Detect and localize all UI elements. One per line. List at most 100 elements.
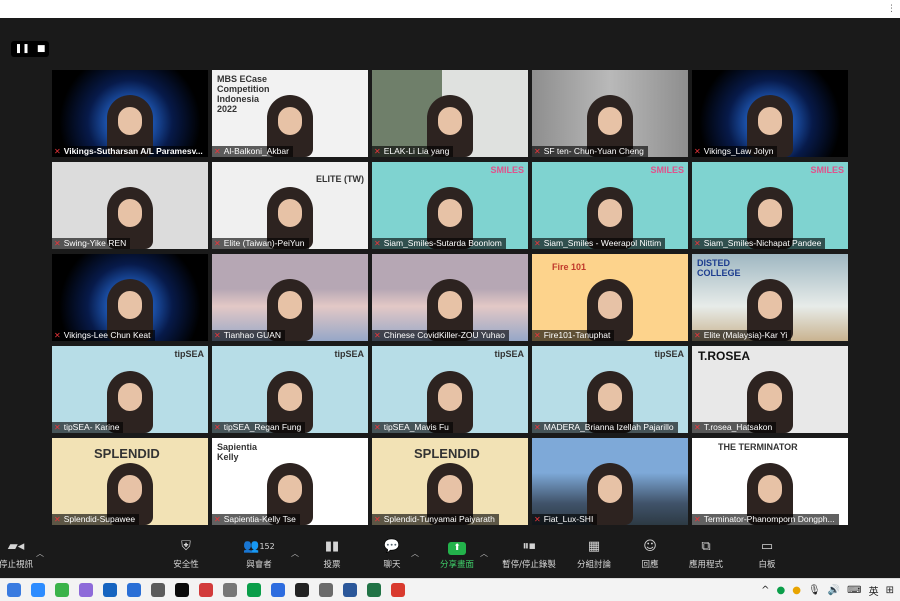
participant-name: Splendid-Supawee xyxy=(63,514,136,524)
participant-tile[interactable]: ✕ Tianhao GUAN xyxy=(212,254,368,341)
record-button[interactable]: ⏸⏹ 暫停/停止錄製 xyxy=(499,538,559,570)
participant-tile[interactable]: Sapientia Kelly ✕ Sapientia-Kelly Tse xyxy=(212,438,368,525)
participant-tile[interactable]: T.ROSEA ✕ T.rosea_Hatsakon xyxy=(692,346,848,433)
muted-mic-icon: ✕ xyxy=(54,147,61,156)
chat-options-caret[interactable]: ︿ xyxy=(411,548,419,559)
reactions-button[interactable]: ☺ 回應 xyxy=(620,538,680,570)
participant-tile[interactable]: ✕ Swing-Yike REN xyxy=(52,162,208,249)
participant-tile[interactable]: ✕ Vikings-Lee Chun Keat xyxy=(52,254,208,341)
background-text: ELITE (TW) xyxy=(316,174,364,184)
participant-tile[interactable]: tipSEA ✕ MADERA_Brianna Izellah Pajarillo xyxy=(532,346,688,433)
apps-button[interactable]: ⧉ 應用程式 xyxy=(676,538,736,570)
participant-name-label: ✕ Vikings-Lee Chun Keat xyxy=(52,330,155,341)
speaker-icon[interactable]: 🔊 xyxy=(828,585,840,596)
participant-tile[interactable]: SPLENDID ✕ Splendid-Tunyamai Paiyarath xyxy=(372,438,528,525)
video-options-caret[interactable]: ︿ xyxy=(36,548,44,559)
participant-tile[interactable]: SPLENDID ✕ Splendid-Supawee xyxy=(52,438,208,525)
background-text: Competition xyxy=(217,84,270,94)
participant-name-label: ✕ Siam_Smiles - Weerapol Nittim xyxy=(532,238,666,249)
window-menu-glyph[interactable]: ⋮ xyxy=(887,4,896,14)
taskbar-app-icon[interactable] xyxy=(151,583,165,597)
share-options-caret[interactable]: ︿ xyxy=(480,548,488,559)
polls-label: 投票 xyxy=(323,560,341,570)
taskbar-app-icon[interactable] xyxy=(271,583,285,597)
participant-name: Sapientia-Kelly Tse xyxy=(223,514,296,524)
view-controls[interactable]: ❚❚ ■ xyxy=(11,41,49,57)
taskbar-app-icon[interactable] xyxy=(55,583,69,597)
muted-mic-icon: ✕ xyxy=(694,147,701,156)
ime-mode-icon[interactable]: ⊞ xyxy=(886,585,894,596)
muted-mic-icon: ✕ xyxy=(214,239,221,248)
background-text: SMILES xyxy=(810,165,844,175)
taskbar-app-icon[interactable] xyxy=(79,583,93,597)
participant-tile[interactable]: ✕ ELAK-Li Lia yang xyxy=(372,70,528,157)
taskbar-app-icon[interactable] xyxy=(7,583,21,597)
pause-view-icon[interactable]: ❚❚ xyxy=(15,44,30,54)
outlook-icon[interactable] xyxy=(103,583,117,597)
participants-button[interactable]: 👥152 與會者 xyxy=(229,538,289,570)
participant-tile[interactable]: tipSEA ✕ tipSEA_Regan Fung xyxy=(212,346,368,433)
share-screen-icon: ⬆ xyxy=(427,538,487,556)
excel-icon[interactable] xyxy=(367,583,381,597)
security-button[interactable]: ⛨ 安全性 xyxy=(156,538,216,570)
muted-mic-icon: ✕ xyxy=(694,423,701,432)
muted-mic-icon: ✕ xyxy=(54,515,61,524)
whiteboard-button[interactable]: ▭ 白板 xyxy=(737,538,797,570)
participant-tile[interactable]: ✕ SF ten- Chun-Yuan Cheng xyxy=(532,70,688,157)
pdf-reader-icon[interactable] xyxy=(391,583,405,597)
participant-tile[interactable]: ✕ Vikings_Law Jolyn xyxy=(692,70,848,157)
word-icon[interactable] xyxy=(343,583,357,597)
participant-tile[interactable]: ELITE (TW) ✕ Elite (Taiwan)-PeiYun xyxy=(212,162,368,249)
taskbar-app-icon[interactable] xyxy=(175,583,189,597)
background-text: DISTED xyxy=(697,258,731,268)
taskbar-app-icon[interactable] xyxy=(223,583,237,597)
participant-tile[interactable]: THE TERMINATOR ✕ Terminator-Phanomporn Don… xyxy=(692,438,848,525)
system-tray: ^ ● ● 🎙 🔊 ⌨ 英 ⊞ xyxy=(761,583,894,598)
participant-name-label: ✕ Vikings_Law Jolyn xyxy=(692,146,778,157)
participant-tile[interactable]: ✕ Fiat_Lux-SHI xyxy=(532,438,688,525)
line-app-icon[interactable] xyxy=(247,583,261,597)
participant-name-label: ✕ Terminator-Phanomporn Dongph... xyxy=(692,514,839,525)
taskbar-app-icon[interactable] xyxy=(295,583,309,597)
participant-name: Siam_Smiles-Nichapat Pandee xyxy=(703,238,822,248)
reactions-label: 回應 xyxy=(641,560,659,570)
participant-tile[interactable]: SMILES ✕ Siam_Smiles-Nichapat Pandee xyxy=(692,162,848,249)
keyboard-icon[interactable]: ⌨ xyxy=(847,585,861,596)
microphone-icon[interactable]: 🎙 xyxy=(808,585,821,596)
background-text: SMILES xyxy=(490,165,524,175)
participant-name: Al-Balkoni_Akbar xyxy=(223,146,289,156)
line-tray-icon[interactable]: ● xyxy=(777,585,786,596)
participant-name: T.rosea_Hatsakon xyxy=(703,422,773,432)
participant-tile[interactable]: Fire 101 ✕ Fire101-Tanuphat xyxy=(532,254,688,341)
tray-expand-icon[interactable]: ^ xyxy=(761,585,769,596)
muted-mic-icon: ✕ xyxy=(534,147,541,156)
participant-name: Siam_Smiles-Sutarda Boonlom xyxy=(383,238,502,248)
participants-options-caret[interactable]: ︿ xyxy=(291,548,299,559)
muted-mic-icon: ✕ xyxy=(534,331,541,340)
participant-name-label: ✕ Tianhao GUAN xyxy=(212,330,286,341)
participant-tile[interactable]: DISTED COLLEGE ✕ Elite (Malaysia)-Kar Yi xyxy=(692,254,848,341)
polls-button[interactable]: ▮▮ 投票 xyxy=(302,538,362,570)
muted-mic-icon: ✕ xyxy=(694,515,701,524)
background-text: MBS ECase xyxy=(217,74,268,84)
participant-tile[interactable]: SMILES ✕ Siam_Smiles-Sutarda Boonlom xyxy=(372,162,528,249)
taskbar-app-icon[interactable] xyxy=(127,583,141,597)
participant-tile[interactable]: SMILES ✕ Siam_Smiles - Weerapol Nittim xyxy=(532,162,688,249)
zoom-app-icon[interactable] xyxy=(31,583,45,597)
participant-tile[interactable]: MBS ECase Competition Indonesia 2022 ✕ Al-Bal… xyxy=(212,70,368,157)
participant-tile[interactable]: tipSEA ✕ tipSEA_Mavis Fu xyxy=(372,346,528,433)
taskbar-app-icon[interactable] xyxy=(199,583,213,597)
stop-view-icon[interactable]: ■ xyxy=(37,44,46,54)
ime-indicator[interactable]: 英 xyxy=(869,583,879,598)
tray-app-icon[interactable]: ● xyxy=(792,585,801,596)
share-screen-button[interactable]: ⬆ 分享畫面 xyxy=(427,538,487,570)
muted-mic-icon: ✕ xyxy=(214,515,221,524)
breakout-rooms-button[interactable]: ▦ 分組討論 xyxy=(564,538,624,570)
participant-tile[interactable]: ✕ Chinese CovidKiller-ZOU Yuhao xyxy=(372,254,528,341)
participant-tile[interactable]: ✕ Vikings-Sutharsan A/L Paramesv... xyxy=(52,70,208,157)
taskbar-app-icon[interactable] xyxy=(319,583,333,597)
participant-name-label: ✕ Siam_Smiles-Nichapat Pandee xyxy=(692,238,826,249)
background-text: Fire 101 xyxy=(552,262,587,272)
participant-tile[interactable]: tipSEA ✕ tipSEA- Karine xyxy=(52,346,208,433)
participant-name-label: ✕ Splendid-Supawee xyxy=(52,514,140,525)
